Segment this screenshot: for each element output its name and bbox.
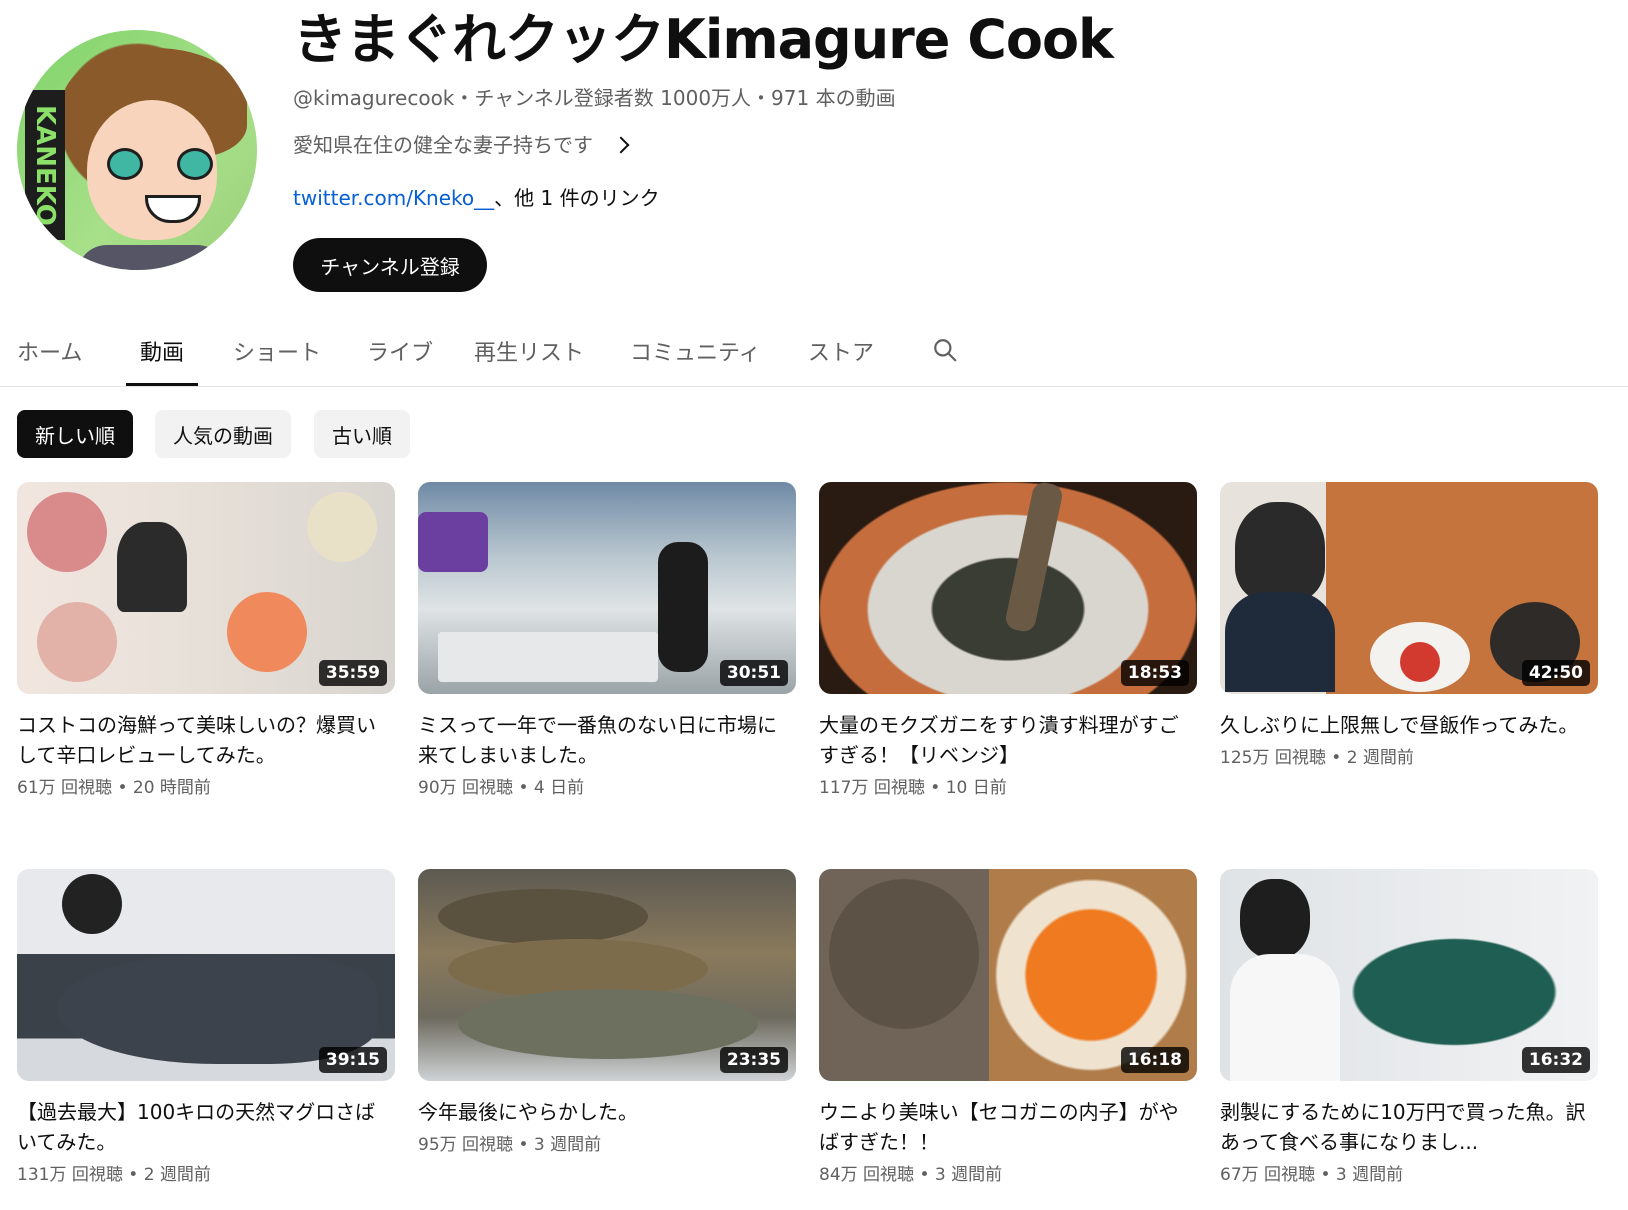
video-views: 95万 回視聴 [418,1135,514,1155]
avatar-shirt [77,245,227,270]
channel-links: twitter.com/Kneko__、他 1 件のリンク [293,184,660,212]
video-card[interactable]: 35:59 コストコの海鮮って美味しいの？爆買いして辛口レビューしてみた。 61… [17,482,395,800]
channel-name: きまぐれクックKimagure Cook [293,8,1114,71]
video-meta: 117万 回視聴 • 10 日前 [819,776,1197,800]
video-views: 61万 回視聴 [17,778,113,798]
video-title[interactable]: 大量のモクズガニをすり潰す料理がすごすぎる！【リベンジ】 [819,710,1189,770]
subscriber-count: チャンネル登録者数 1000万人 [474,86,752,110]
meta-separator: ・ [751,86,772,110]
meta-dot: • [1315,1165,1336,1185]
meta-dot: • [924,778,946,798]
video-meta: 95万 回視聴 • 3 週間前 [418,1133,796,1157]
video-title[interactable]: 剥製にするために10万円で買った魚。訳あって食べる事になりまし... [1220,1097,1590,1157]
video-title[interactable]: ウニより美味い【セコガニの内子】がやばすぎた！！ [819,1097,1189,1157]
avatar-eye-left [107,148,143,180]
video-meta: 61万 回視聴 • 20 時間前 [17,776,395,800]
meta-dot: • [112,778,133,798]
video-title[interactable]: コストコの海鮮って美味しいの？爆買いして辛口レビューしてみた。 [17,710,387,770]
video-meta: 84万 回視聴 • 3 週間前 [819,1163,1197,1187]
video-title[interactable]: 今年最後にやらかした。 [418,1097,788,1127]
video-meta: 90万 回視聴 • 4 日前 [418,776,796,800]
video-card[interactable]: 42:50 久しぶりに上限無しで昼飯作ってみた。 125万 回視聴 • 2 週間… [1220,482,1598,770]
video-card[interactable]: 16:32 剥製にするために10万円で買った魚。訳あって食べる事になりまし...… [1220,869,1598,1187]
video-thumbnail[interactable]: 18:53 [819,482,1197,694]
avatar-eye-right [177,148,213,180]
video-views: 84万 回視聴 [819,1165,915,1185]
video-title[interactable]: ミスって一年で一番魚のない日に市場に来てしまいました。 [418,710,788,770]
video-views: 125万 回視聴 [1220,748,1326,768]
channel-avatar[interactable]: KANEKO [17,30,257,270]
video-thumbnail[interactable]: 16:18 [819,869,1197,1081]
video-duration: 35:59 [318,660,387,686]
search-icon[interactable] [932,337,958,363]
video-duration: 23:35 [719,1047,788,1073]
video-meta: 125万 回視聴 • 2 週間前 [1220,746,1598,770]
video-thumbnail[interactable]: 16:32 [1220,869,1598,1081]
channel-tabs: ホーム 動画 ショート ライブ 再生リスト コミュニティ ストア [0,320,1628,387]
video-thumbnail[interactable]: 30:51 [418,482,796,694]
meta-dot: • [914,1165,935,1185]
video-age: 3 週間前 [934,1165,1003,1185]
video-card[interactable]: 23:35 今年最後にやらかした。 95万 回視聴 • 3 週間前 [418,869,796,1157]
video-duration: 42:50 [1521,660,1590,686]
video-card[interactable]: 39:15 【過去最大】100キロの天然マグロさばいてみた。 131万 回視聴 … [17,869,395,1187]
chip-popular[interactable]: 人気の動画 [155,410,291,458]
video-duration: 16:18 [1120,1047,1189,1073]
video-thumbnail[interactable]: 42:50 [1220,482,1598,694]
channel-meta: @kimagurecook・チャンネル登録者数 1000万人・971 本の動画 [293,84,896,112]
tab-home[interactable]: ホーム [17,332,89,386]
video-count: 971 本の動画 [771,86,896,110]
video-card[interactable]: 30:51 ミスって一年で一番魚のない日に市場に来てしまいました。 90万 回視… [418,482,796,800]
video-thumbnail[interactable]: 39:15 [17,869,395,1081]
more-links[interactable]: 、他 1 件のリンク [494,186,659,210]
video-age: 10 日前 [945,778,1007,798]
meta-dot: • [122,1165,144,1185]
meta-dot: • [513,778,534,798]
video-age: 20 時間前 [132,778,211,798]
channel-description[interactable]: 愛知県在住の健全な妻子持ちです [293,131,630,159]
video-meta: 131万 回視聴 • 2 週間前 [17,1163,395,1187]
video-duration: 18:53 [1120,660,1189,686]
tab-shorts[interactable]: ショート [233,332,333,386]
video-age: 4 日前 [533,778,585,798]
tab-videos[interactable]: 動画 [126,332,198,386]
video-title[interactable]: 【過去最大】100キロの天然マグロさばいてみた。 [17,1097,387,1157]
chip-newest[interactable]: 新しい順 [17,410,133,458]
video-age: 3 週間前 [1335,1165,1404,1185]
video-views: 90万 回視聴 [418,778,514,798]
meta-dot: • [1325,748,1347,768]
channel-handle: @kimagurecook [293,86,455,110]
video-duration: 30:51 [719,660,788,686]
video-age: 2 週間前 [1346,748,1414,768]
tab-store[interactable]: ストア [808,332,882,386]
video-card[interactable]: 16:18 ウニより美味い【セコガニの内子】がやばすぎた！！ 84万 回視聴 •… [819,869,1197,1187]
video-thumbnail[interactable]: 23:35 [418,869,796,1081]
twitter-link[interactable]: twitter.com/Kneko__ [293,186,494,210]
video-age: 2 週間前 [143,1165,211,1185]
meta-dot: • [513,1135,534,1155]
video-duration: 39:15 [318,1047,387,1073]
channel-description-text: 愛知県在住の健全な妻子持ちです [293,133,593,157]
video-title[interactable]: 久しぶりに上限無しで昼飯作ってみた。 [1220,710,1590,740]
chip-oldest[interactable]: 古い順 [314,410,410,458]
video-views: 131万 回視聴 [17,1165,123,1185]
tab-live[interactable]: ライブ [367,332,439,386]
avatar-side-text: KANEKO [25,90,65,240]
video-views: 117万 回視聴 [819,778,925,798]
video-age: 3 週間前 [533,1135,602,1155]
tab-community[interactable]: コミュニティ [630,332,775,386]
subscribe-button[interactable]: チャンネル登録 [293,238,487,292]
video-views: 67万 回視聴 [1220,1165,1316,1185]
chevron-right-icon [612,136,630,154]
video-card[interactable]: 18:53 大量のモクズガニをすり潰す料理がすごすぎる！【リベンジ】 117万 … [819,482,1197,800]
video-duration: 16:32 [1521,1047,1590,1073]
meta-separator: ・ [454,86,475,110]
video-thumbnail[interactable]: 35:59 [17,482,395,694]
video-meta: 67万 回視聴 • 3 週間前 [1220,1163,1598,1187]
tab-playlists[interactable]: 再生リスト [474,332,598,386]
